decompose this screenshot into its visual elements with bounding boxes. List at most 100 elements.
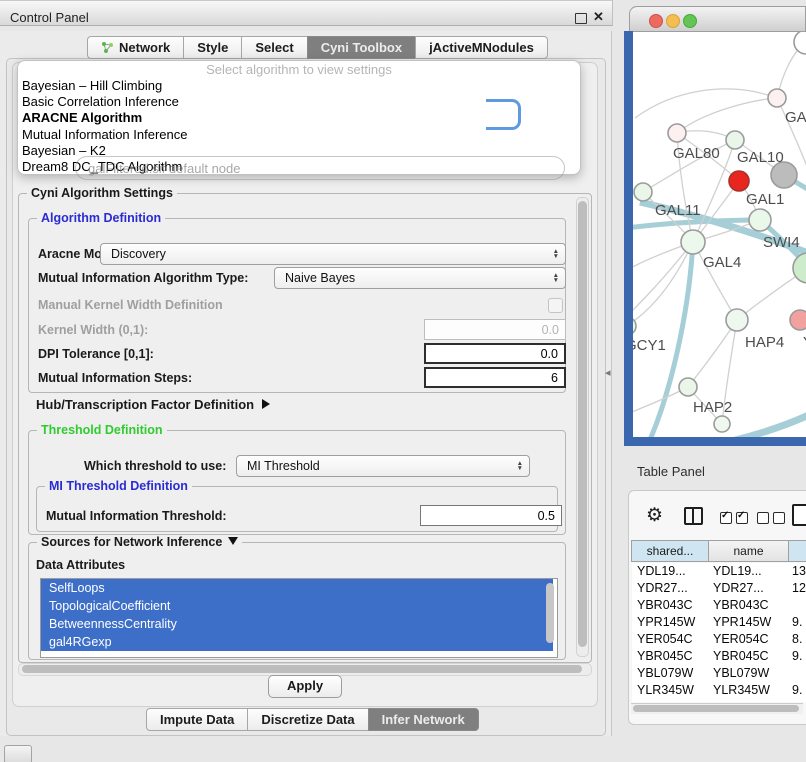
close-traffic-light[interactable] bbox=[649, 14, 663, 28]
tab-style[interactable]: Style bbox=[183, 36, 242, 59]
network-edge[interactable] bbox=[677, 98, 777, 133]
network-node[interactable] bbox=[768, 89, 786, 107]
table-rows: YDL19...YDL19...13YDR27...YDR27...12YBR0… bbox=[632, 563, 806, 702]
bottom-tabs: Impute DataDiscretize DataInfer Network bbox=[147, 708, 479, 731]
table-cell: 9. bbox=[787, 648, 806, 665]
table-row[interactable]: YBL079WYBL079W bbox=[632, 665, 806, 682]
network-node[interactable] bbox=[681, 230, 705, 254]
network-edge[interactable] bbox=[688, 320, 737, 387]
tab-infer-network[interactable]: Infer Network bbox=[368, 708, 479, 731]
float-window-icon[interactable] bbox=[575, 13, 587, 24]
mi-steps-field[interactable] bbox=[424, 367, 566, 388]
hub-definition-toggle[interactable]: Hub/Transcription Factor Definition bbox=[36, 397, 270, 412]
network-node[interactable] bbox=[794, 32, 806, 54]
attribute-item[interactable]: BetweennessCentrality bbox=[41, 615, 553, 633]
settings-scrollbar-thumb[interactable] bbox=[578, 201, 587, 647]
tab-cyni-toolbox[interactable]: Cyni Toolbox bbox=[307, 36, 416, 59]
network-node[interactable] bbox=[790, 310, 806, 330]
tab-label: jActiveMNodules bbox=[429, 40, 534, 55]
dpi-tolerance-label: DPI Tolerance [0,1]: bbox=[38, 347, 154, 361]
table-row[interactable]: YBR043CYBR043C bbox=[632, 597, 806, 614]
combo-arrows-icon: ▲▼ bbox=[553, 273, 559, 283]
network-canvas[interactable]: GALGAL80GAL10GAL1GAL11GAL4SWI4GCY1HAP4YH… bbox=[633, 32, 806, 437]
control-panel-titlebar[interactable] bbox=[0, 0, 613, 26]
tab-impute-data[interactable]: Impute Data bbox=[146, 708, 248, 731]
tab-network[interactable]: Network bbox=[87, 36, 184, 59]
network-edge[interactable] bbox=[635, 89, 777, 118]
network-node[interactable] bbox=[714, 416, 730, 432]
table-hscrollbar-thumb[interactable] bbox=[633, 705, 799, 712]
tab-select[interactable]: Select bbox=[241, 36, 307, 59]
network-node[interactable] bbox=[729, 171, 749, 191]
dpi-tolerance-field[interactable] bbox=[424, 343, 566, 364]
checked-columns-icon[interactable] bbox=[720, 512, 748, 524]
mi-type-label: Mutual Information Algorithm Type: bbox=[38, 271, 248, 285]
network-edge-highlight[interactable] bbox=[718, 414, 806, 437]
sources-group-title[interactable]: Sources for Network Inference bbox=[37, 535, 242, 549]
algorithm-popup-placeholder: Select algorithm to view settings bbox=[18, 61, 580, 78]
algorithm-option[interactable]: Bayesian – Hill Climbing bbox=[18, 78, 580, 94]
export-table-icon[interactable] bbox=[792, 504, 806, 526]
network-node[interactable] bbox=[726, 131, 744, 149]
network-source-combo[interactable]: galFiltered.sif default node bbox=[75, 156, 565, 180]
column-header[interactable]: shared... bbox=[631, 540, 709, 562]
list-scrollbar[interactable] bbox=[546, 583, 554, 643]
which-threshold-combo[interactable]: MI Threshold ▲▼ bbox=[236, 455, 530, 477]
close-icon[interactable]: ✕ bbox=[593, 9, 604, 25]
settings-hscrollbar-thumb[interactable] bbox=[22, 665, 582, 673]
network-node[interactable] bbox=[793, 253, 806, 283]
table-row[interactable]: YER054CYER054C8. bbox=[632, 631, 806, 648]
zoom-traffic-light[interactable] bbox=[683, 14, 697, 28]
network-window-titlebar[interactable] bbox=[629, 6, 806, 32]
panel-collapse-handle[interactable]: ◂ bbox=[605, 366, 611, 379]
screen: Control Panel ✕ NetworkStyle Select Cyni T… bbox=[0, 0, 806, 762]
apply-button[interactable]: Apply bbox=[268, 675, 342, 698]
node-label: GAL4 bbox=[703, 254, 741, 271]
table-row[interactable]: YPR145WYPR145W9. bbox=[632, 614, 806, 631]
minimize-traffic-light[interactable] bbox=[666, 14, 680, 28]
table-cell: 9. bbox=[787, 682, 806, 699]
table-row[interactable]: YLR345WYLR345W9. bbox=[632, 682, 806, 699]
dock-mini-icon[interactable] bbox=[4, 745, 32, 762]
unchecked-columns-icon[interactable] bbox=[757, 512, 785, 524]
attribute-item[interactable]: TopologicalCoefficient bbox=[41, 597, 553, 615]
table-row[interactable]: YDL19...YDL19...13 bbox=[632, 563, 806, 580]
column-header[interactable]: name bbox=[708, 540, 789, 562]
node-label: GAL80 bbox=[673, 145, 720, 162]
aracne-mode-value: Discovery bbox=[111, 247, 166, 261]
column-header[interactable] bbox=[788, 540, 806, 562]
network-node[interactable] bbox=[634, 183, 652, 201]
settings-group-title: Cyni Algorithm Settings bbox=[27, 186, 177, 200]
table-cell: 9 bbox=[787, 699, 806, 702]
network-node[interactable] bbox=[726, 309, 748, 331]
network-node[interactable] bbox=[679, 378, 697, 396]
which-threshold-value: MI Threshold bbox=[247, 459, 320, 473]
kernel-width-field[interactable] bbox=[424, 319, 566, 340]
combo-arrows-icon: ▲▼ bbox=[553, 249, 559, 259]
mi-type-combo[interactable]: Naive Bayes ▲▼ bbox=[274, 267, 566, 289]
attribute-item[interactable]: gal4RGexp bbox=[41, 633, 553, 651]
data-attributes-list[interactable]: SelfLoopsTopologicalCoefficientBetweenne… bbox=[40, 578, 558, 658]
table-row[interactable]: YIL052CYIL052C9 bbox=[632, 699, 806, 702]
table-cell: YDL19... bbox=[632, 563, 708, 580]
gear-icon[interactable]: ⚙ bbox=[646, 504, 663, 527]
table-row[interactable]: YBR045CYBR045C9. bbox=[632, 648, 806, 665]
table-cell: 12 bbox=[787, 580, 806, 597]
network-node[interactable] bbox=[749, 209, 771, 231]
mi-threshold-field[interactable] bbox=[420, 505, 562, 526]
network-node[interactable] bbox=[668, 124, 686, 142]
manual-kernel-checkbox[interactable] bbox=[548, 298, 563, 313]
table-row[interactable]: YDR27...YDR27...12 bbox=[632, 580, 806, 597]
control-panel-title: Control Panel bbox=[10, 10, 89, 25]
chevron-down-icon bbox=[228, 537, 238, 545]
attribute-item[interactable]: SelfLoops bbox=[41, 579, 553, 597]
table-cell: YER054C bbox=[632, 631, 708, 648]
split-view-icon[interactable] bbox=[684, 507, 703, 525]
tab-label: Select bbox=[255, 40, 293, 55]
tab-discretize-data[interactable]: Discretize Data bbox=[247, 708, 368, 731]
network-frame-border bbox=[624, 437, 806, 446]
tab-jactivemnodules[interactable]: jActiveMNodules bbox=[415, 36, 548, 59]
network-graph[interactable]: GALGAL80GAL10GAL1GAL11GAL4SWI4GCY1HAP4YH… bbox=[633, 32, 806, 437]
aracne-mode-combo[interactable]: Discovery ▲▼ bbox=[100, 243, 566, 265]
table-cell: YER054C bbox=[708, 631, 787, 648]
